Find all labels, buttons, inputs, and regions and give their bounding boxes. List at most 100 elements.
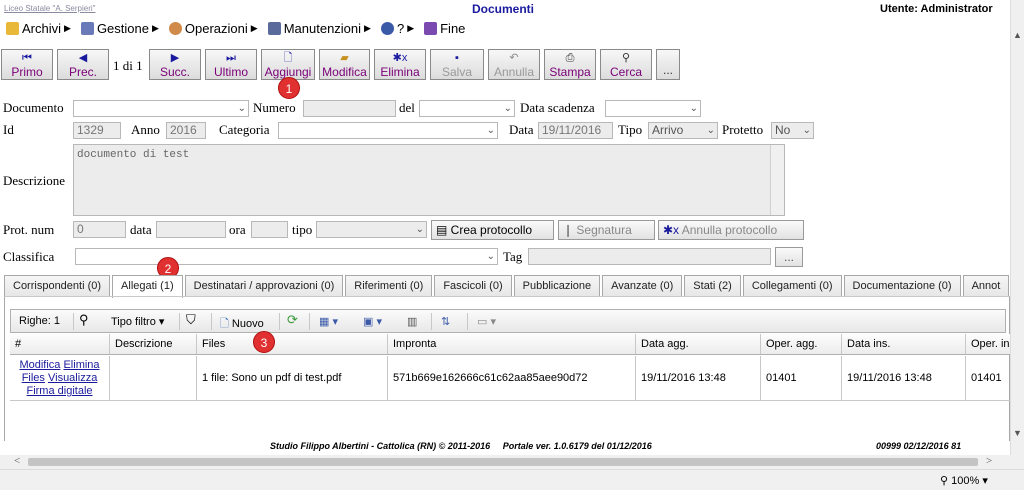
- zoom-control[interactable]: ⚲ 100% ▾: [940, 474, 988, 487]
- school-name[interactable]: Liceo Statale "A. Serpieri": [4, 4, 96, 13]
- save-button[interactable]: ▪ Salva: [430, 49, 484, 80]
- first-button[interactable]: ⏮ Primo: [1, 49, 53, 80]
- delete-label: Elimina: [380, 65, 420, 79]
- row-signature-link[interactable]: Firma digitale: [26, 385, 92, 397]
- numero-field[interactable]: [303, 100, 396, 117]
- prev-button[interactable]: ◀ Prec.: [57, 49, 109, 80]
- menu-fine[interactable]: Fine: [424, 18, 465, 38]
- tag-label: Tag: [503, 249, 523, 264]
- export-menu[interactable]: ▣ ▾: [363, 315, 382, 328]
- segnatura-button[interactable]: ❘ Segnatura: [558, 220, 655, 240]
- search-button[interactable]: ⚲ Cerca: [600, 49, 652, 80]
- transfer-icon[interactable]: ⇅: [441, 315, 450, 328]
- delete-button[interactable]: ✱x Elimina: [374, 49, 426, 80]
- anno-field[interactable]: 2016: [166, 122, 206, 139]
- last-button[interactable]: ⏭ Ultimo: [205, 49, 257, 80]
- documento-select[interactable]: ⌄: [73, 100, 249, 117]
- chevron-down-icon: ⌄: [486, 125, 495, 136]
- new-document-icon: 🗋: [220, 318, 229, 330]
- menu-help[interactable]: ? ▶: [380, 18, 414, 38]
- table-icon: ▦: [319, 316, 330, 328]
- search-icon[interactable]: ⚲: [79, 312, 89, 328]
- scroll-right-icon[interactable]: >: [986, 455, 992, 467]
- scroll-down-icon[interactable]: ▼: [1013, 428, 1022, 438]
- columns-menu[interactable]: ▦ ▾: [319, 315, 338, 328]
- row-actions-cell: Modifica Elimina Files Visualizza Firma …: [10, 356, 110, 400]
- tab-destinatari[interactable]: Destinatari / approvazioni (0): [184, 275, 344, 297]
- row-view-link[interactable]: Visualizza: [48, 372, 97, 384]
- footer-version: Portale ver. 1.0.6179 del 01/12/2016: [502, 441, 652, 451]
- tag-more-button[interactable]: ...: [775, 247, 803, 267]
- cancel-button[interactable]: ↶ Annulla: [488, 49, 540, 80]
- id-field[interactable]: 1329: [73, 122, 121, 139]
- data-scadenza-select[interactable]: ⌄: [605, 100, 701, 117]
- add-button[interactable]: 🗋 Aggiungi: [261, 49, 315, 80]
- refresh-icon[interactable]: ⟳: [287, 312, 298, 328]
- tipo-select[interactable]: Arrivo ⌄: [648, 122, 718, 139]
- callout-badge-1: 1: [278, 77, 300, 99]
- separator: [279, 313, 280, 330]
- tab-annotazioni[interactable]: Annot: [962, 275, 1010, 297]
- menu-archivi[interactable]: Archivi ▶: [6, 18, 71, 38]
- descrizione-textarea[interactable]: documento di test: [73, 144, 785, 216]
- del-date-select[interactable]: ⌄: [419, 100, 515, 117]
- row-files-link[interactable]: Files: [22, 372, 45, 384]
- scroll-thumb[interactable]: [28, 458, 978, 466]
- tab-stati[interactable]: Stati (2): [684, 275, 741, 297]
- textarea-scrollbar[interactable]: [770, 145, 784, 215]
- funnel-icon[interactable]: ⛉: [186, 312, 196, 328]
- documento-label: Documento: [3, 100, 64, 115]
- protetto-select[interactable]: No ⌄: [771, 122, 814, 139]
- anno-label: Anno: [131, 122, 160, 137]
- prot-tipo-select[interactable]: ⌄: [316, 221, 427, 238]
- app-header: Liceo Statale "A. Serpieri" Documenti Ut…: [0, 0, 1010, 38]
- print-button[interactable]: ⎙ Stampa: [544, 49, 596, 80]
- delete-icon: ✱x: [663, 223, 682, 237]
- edit-button[interactable]: ▰ Modifica: [319, 49, 370, 80]
- menu-gestione[interactable]: Gestione ▶: [80, 18, 159, 38]
- tab-fascicoli[interactable]: Fascicoli (0): [434, 275, 512, 297]
- col-header-data-agg[interactable]: Data agg.: [636, 334, 761, 354]
- new-attachment-button[interactable]: 🗋 Nuovo: [220, 315, 264, 334]
- scroll-left-icon[interactable]: <: [14, 455, 20, 467]
- layout-menu[interactable]: ▭ ▾: [477, 315, 496, 328]
- next-button[interactable]: ▶ Succ.: [149, 49, 201, 80]
- col-header-impronta[interactable]: Impronta: [388, 334, 636, 354]
- tab-corrispondenti[interactable]: Corrispondenti (0): [4, 275, 111, 297]
- row-delete-link[interactable]: Elimina: [63, 359, 99, 371]
- col-header-data-ins[interactable]: Data ins.: [842, 334, 966, 354]
- vertical-scrollbar[interactable]: ▲ ▼: [1010, 0, 1024, 455]
- classifica-select[interactable]: ⌄: [75, 248, 498, 265]
- tab-avanzate[interactable]: Avanzate (0): [602, 275, 683, 297]
- chevron-down-icon: ⌄: [802, 125, 811, 136]
- menu-operazioni[interactable]: Operazioni ▶: [168, 18, 258, 38]
- categoria-select[interactable]: ⌄: [278, 122, 498, 139]
- tag-field[interactable]: [528, 248, 771, 265]
- col-header-hash[interactable]: #: [10, 334, 110, 354]
- horizontal-scrollbar[interactable]: < >: [0, 455, 1024, 469]
- scroll-up-icon[interactable]: ▲: [1013, 30, 1022, 40]
- col-header-files[interactable]: Files: [197, 334, 388, 354]
- data-field[interactable]: 19/11/2016: [538, 122, 613, 139]
- tab-riferimenti[interactable]: Riferimenti (0): [345, 275, 433, 297]
- separator: [73, 313, 74, 330]
- menu-manutenzioni[interactable]: Manutenzioni ▶: [267, 18, 371, 38]
- col-header-descrizione[interactable]: Descrizione: [110, 334, 197, 354]
- tab-collegamenti[interactable]: Collegamenti (0): [742, 275, 842, 297]
- grid-icon[interactable]: ▥: [407, 315, 417, 328]
- prot-data-field[interactable]: [156, 221, 226, 238]
- tab-allegati[interactable]: Allegati (1): [112, 275, 183, 298]
- crea-protocollo-button[interactable]: ▤ Crea protocollo: [431, 220, 554, 240]
- protocol-icon: ▤: [436, 223, 451, 237]
- prot-ora-field[interactable]: [251, 221, 288, 238]
- col-header-oper-ins[interactable]: Oper. ins.: [966, 334, 1010, 354]
- tab-pubblicazione[interactable]: Pubblicazione: [513, 275, 601, 297]
- col-header-oper-agg[interactable]: Oper. agg.: [761, 334, 842, 354]
- filter-type-dropdown[interactable]: Tipo filtro ▾: [111, 315, 164, 328]
- prot-num-field[interactable]: 0: [73, 221, 126, 238]
- more-button[interactable]: ...: [656, 49, 680, 80]
- new-document-icon: 🗋: [283, 52, 293, 64]
- row-edit-link[interactable]: Modifica: [19, 359, 60, 371]
- annulla-protocollo-button[interactable]: ✱x Annulla protocollo: [658, 220, 804, 240]
- tab-documentazione[interactable]: Documentazione (0): [843, 275, 961, 297]
